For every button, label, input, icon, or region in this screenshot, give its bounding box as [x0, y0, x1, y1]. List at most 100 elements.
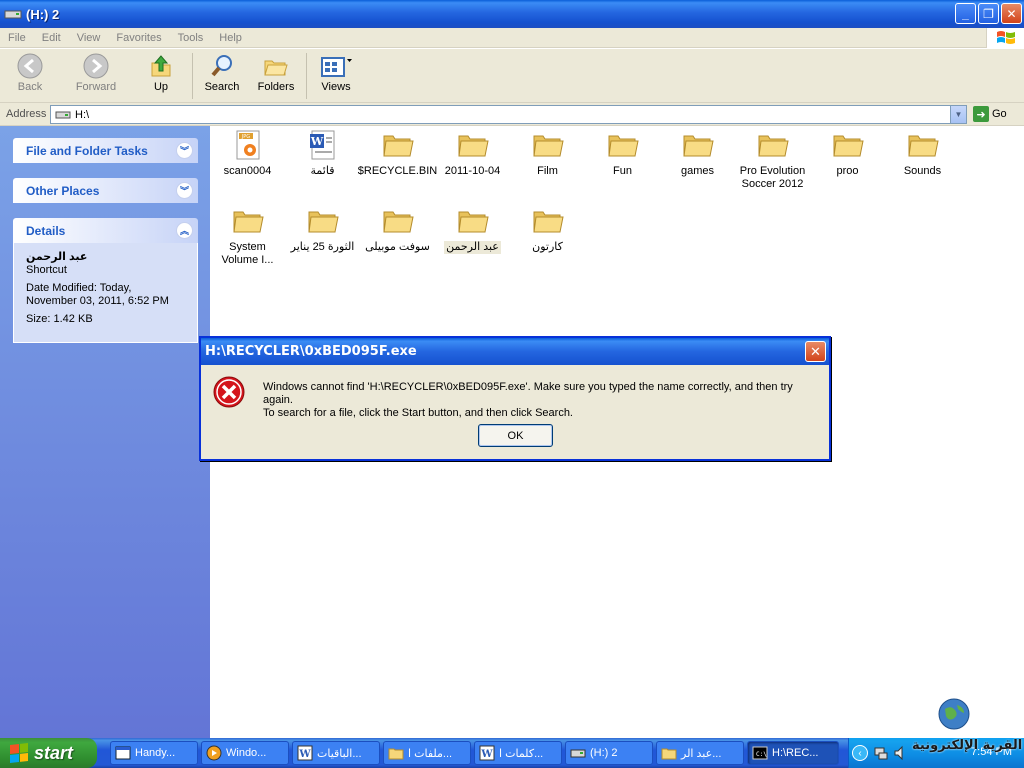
folder-icon — [607, 135, 639, 157]
expand-chevron-icon[interactable]: ︾ — [176, 142, 193, 159]
error-dialog: H:\RECYCLER\0xBED095F.exe ✕ Windows cann… — [199, 336, 831, 461]
taskbar-button[interactable]: (H:) 2 — [565, 741, 653, 765]
taskbar-button[interactable]: Windo... — [201, 741, 289, 765]
address-input[interactable]: H:\ ▼ — [50, 105, 967, 124]
file-folder-tasks-header[interactable]: File and Folder Tasks ︾ — [13, 138, 198, 163]
dialog-message: Windows cannot find 'H:\RECYCLER\0xBED09… — [263, 381, 793, 419]
dialog-title-bar[interactable]: H:\RECYCLER\0xBED095F.exe — [201, 338, 829, 365]
file-item[interactable]: Fun — [585, 130, 660, 178]
views-icon — [321, 57, 352, 77]
watermark-text: القرية الإلكترونية — [912, 738, 1023, 753]
window-icon — [115, 746, 131, 760]
up-folder-icon — [151, 55, 171, 77]
close-button[interactable]: ✕ — [1001, 3, 1022, 24]
back-arrow-icon — [17, 53, 43, 79]
menu-favorites[interactable]: Favorites — [108, 32, 169, 44]
file-item[interactable]: الثورة 25 يناير — [285, 206, 360, 254]
file-item[interactable]: games — [660, 130, 735, 178]
go-button[interactable]: ➜ Go — [973, 106, 1007, 122]
details-name: عبد الرحمن — [26, 251, 88, 263]
folder-icon — [232, 211, 264, 233]
collapse-chevron-icon[interactable]: ︽ — [176, 222, 193, 239]
file-item[interactable]: Pro Evolution Soccer 2012 — [735, 130, 810, 191]
search-icon — [211, 55, 232, 77]
folder-icon — [661, 748, 677, 760]
file-item[interactable]: Sounds — [885, 130, 960, 178]
svg-text:W: W — [298, 749, 311, 760]
address-bar: Address H:\ ▼ ➜ Go — [0, 103, 1024, 126]
dialog-close-button[interactable]: ✕ — [805, 341, 826, 362]
svg-text:W: W — [480, 749, 493, 760]
file-item[interactable]: كارتون — [510, 206, 585, 254]
menu-help[interactable]: Help — [211, 32, 250, 44]
menu-tools[interactable]: Tools — [170, 32, 212, 44]
file-item[interactable]: proo — [810, 130, 885, 178]
window-title: (H:) 2 — [26, 6, 60, 22]
up-button[interactable]: Up — [134, 53, 188, 93]
network-icon — [874, 747, 888, 760]
file-item-selected[interactable]: عبد الرحمن — [435, 206, 510, 254]
details-header[interactable]: Details ︽ — [13, 218, 198, 243]
folders-icon — [264, 60, 288, 76]
folder-icon — [532, 211, 564, 233]
taskbar-button[interactable]: Handy... — [110, 741, 198, 765]
folder-icon — [682, 135, 714, 157]
menu-file[interactable]: File — [0, 32, 34, 44]
views-button[interactable]: Views — [309, 53, 363, 93]
file-item[interactable]: $RECYCLE.BIN — [358, 130, 437, 178]
taskbar-button[interactable]: ملفات ا... — [383, 741, 471, 765]
toolbar: Back Forward Up Search Folders Views — [0, 49, 1024, 103]
taskbar: start Handy... Windo... W الباقيات... مل… — [0, 738, 1024, 768]
word-icon: W — [479, 745, 495, 761]
address-dropdown-button[interactable]: ▼ — [950, 106, 966, 123]
taskbar-button[interactable]: W كلمات ا... — [474, 741, 562, 765]
windows-logo-icon — [986, 28, 1024, 48]
ok-button[interactable]: OK — [478, 424, 553, 447]
other-places-header[interactable]: Other Places ︾ — [13, 178, 198, 203]
go-arrow-icon: ➜ — [973, 106, 989, 122]
word-document-icon: W — [309, 130, 334, 160]
back-button[interactable]: Back — [3, 53, 57, 93]
windows-flag-icon — [10, 743, 28, 763]
search-button[interactable]: Search — [195, 53, 249, 93]
file-item[interactable]: سوفت موبيلى — [360, 206, 435, 254]
file-item[interactable]: System Volume I... — [210, 206, 285, 267]
globe-logo-icon — [938, 698, 970, 730]
menu-view[interactable]: View — [69, 32, 109, 44]
folder-icon — [382, 211, 414, 233]
task-pane: File and Folder Tasks ︾ Other Places ︾ D… — [0, 126, 210, 738]
folder-icon — [457, 135, 489, 157]
start-button[interactable]: start — [0, 738, 97, 768]
jpeg-file-icon: JPG — [236, 130, 259, 160]
error-icon — [213, 376, 245, 408]
show-hidden-icons-button[interactable]: ‹ — [852, 745, 868, 761]
taskbar-button[interactable]: W الباقيات... — [292, 741, 380, 765]
file-item[interactable]: Film — [510, 130, 585, 178]
forward-button[interactable]: Forward — [69, 53, 123, 93]
file-item[interactable]: JPG scan0004 — [210, 130, 285, 178]
window-title-bar[interactable]: (H:) 2 _ ❐ ✕ — [0, 0, 1024, 28]
maximize-button[interactable]: ❐ — [978, 3, 999, 24]
taskbar-button[interactable]: عبد الر... — [656, 741, 744, 765]
volume-icon — [894, 745, 903, 761]
taskbar-button-active[interactable]: C:\ H:\REC... — [747, 741, 839, 765]
svg-text:C:\: C:\ — [756, 751, 767, 758]
folders-button[interactable]: Folders — [249, 53, 303, 93]
file-item[interactable]: 2011-10-04 — [435, 130, 510, 178]
folder-shortcut-icon — [457, 211, 489, 233]
details-size: Size: 1.42 KB — [26, 313, 93, 325]
address-value: H:\ — [75, 108, 90, 121]
minimize-button[interactable]: _ — [955, 3, 976, 24]
details-modified: Date Modified: Today, November 03, 2011,… — [26, 282, 169, 307]
address-label: Address — [6, 108, 47, 120]
expand-chevron-icon[interactable]: ︾ — [176, 182, 193, 199]
folder-icon — [532, 135, 564, 157]
drive-icon — [570, 749, 586, 758]
file-item[interactable]: W قائمة — [285, 130, 360, 178]
folder-icon — [757, 135, 789, 157]
menu-bar: File Edit View Favorites Tools Help — [0, 28, 1024, 48]
menu-edit[interactable]: Edit — [34, 32, 69, 44]
word-icon: W — [297, 745, 313, 761]
drive-icon — [55, 111, 71, 118]
folder-icon — [382, 135, 414, 157]
